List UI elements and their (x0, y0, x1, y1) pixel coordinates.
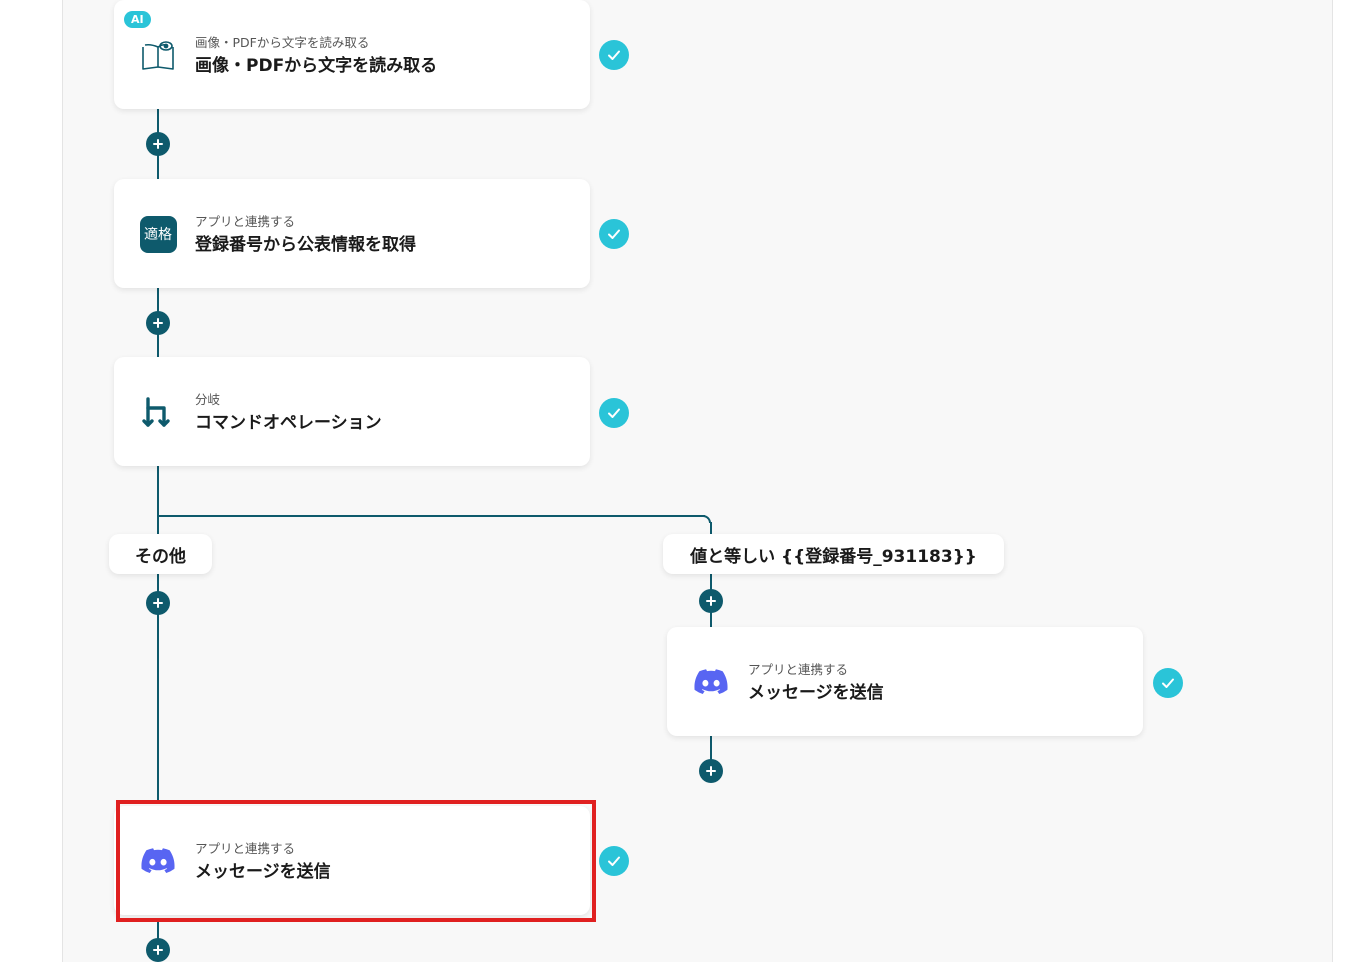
step-card-discord-right[interactable]: アプリと連携する メッセージを送信 (667, 627, 1143, 736)
check-icon (599, 398, 629, 428)
step-card-tekikaku[interactable]: 適格 アプリと連携する 登録番号から公表情報を取得 (114, 179, 590, 288)
tekikaku-icon-text: 適格 (139, 215, 177, 253)
step-subtitle: 分岐 (195, 392, 221, 407)
step-title: メッセージを送信 (748, 683, 884, 703)
step-subtitle: 画像・PDFから文字を読み取る (195, 35, 370, 50)
check-icon (599, 40, 629, 70)
book-eye-icon (138, 36, 178, 74)
step-subtitle: アプリと連携する (195, 214, 296, 229)
check-icon (599, 846, 629, 876)
branch-label-equals[interactable]: 値と等しい {{登録番号_931183}} (663, 534, 1004, 574)
check-icon (1153, 668, 1183, 698)
step-card-discord-left[interactable]: アプリと連携する メッセージを送信 (114, 806, 590, 915)
check-icon (599, 219, 629, 249)
discord-icon (138, 842, 178, 880)
ai-badge: AI (124, 11, 151, 28)
branch-label-other[interactable]: その他 (109, 534, 212, 574)
step-subtitle: アプリと連携する (195, 841, 296, 856)
branch-connector-line (157, 515, 705, 517)
step-subtitle: アプリと連携する (748, 662, 849, 677)
add-step-button[interactable] (146, 938, 170, 962)
add-step-button[interactable] (146, 132, 170, 156)
branch-icon (138, 393, 178, 431)
step-title: メッセージを送信 (195, 862, 331, 882)
step-card-branch[interactable]: 分岐 コマンドオペレーション (114, 357, 590, 466)
tekikaku-app-icon: 適格 (138, 215, 178, 253)
step-title: コマンドオペレーション (195, 413, 382, 433)
step-card-ocr[interactable]: AI 画像・PDFから文字を読み取る 画像・PDFから文字を読み取る (114, 0, 590, 109)
step-title: 画像・PDFから文字を読み取る (195, 56, 438, 76)
add-step-button[interactable] (146, 591, 170, 615)
discord-icon (691, 663, 731, 701)
add-step-button[interactable] (146, 311, 170, 335)
step-title: 登録番号から公表情報を取得 (195, 235, 416, 255)
add-step-button[interactable] (699, 589, 723, 613)
add-step-button[interactable] (699, 759, 723, 783)
